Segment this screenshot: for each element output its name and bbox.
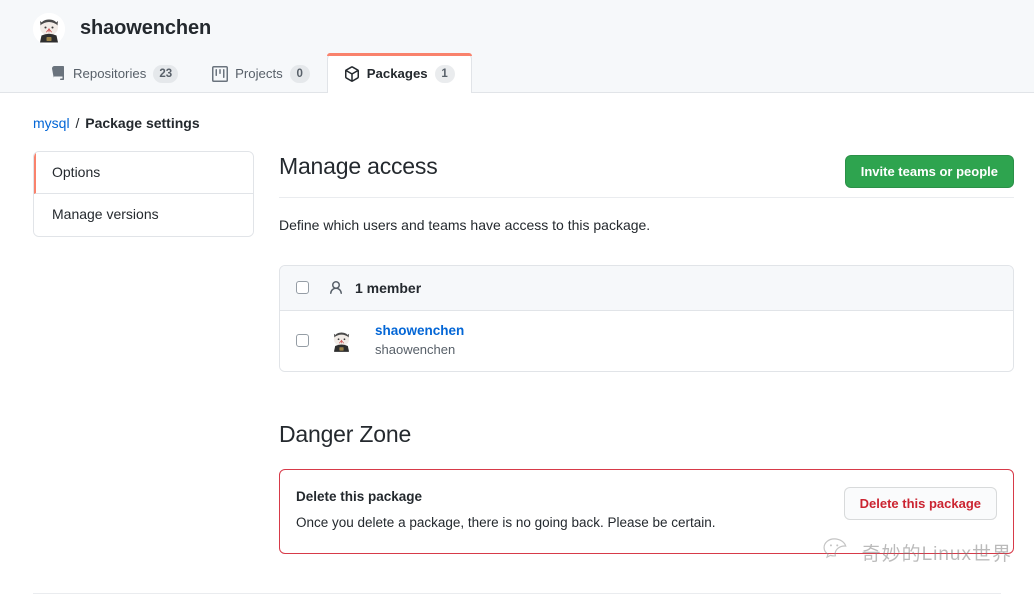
delete-package-description: Once you delete a package, there is no g… (296, 513, 716, 533)
footer-divider (33, 593, 1001, 594)
member-list-header: 1 member (280, 266, 1013, 311)
invite-teams-or-people-button[interactable]: Invite teams or people (845, 155, 1014, 188)
member-row-checkbox[interactable] (296, 334, 309, 347)
tab-counter: 23 (153, 65, 178, 83)
tab-projects[interactable]: Projects 0 (195, 55, 327, 93)
breadcrumb: mysql / Package settings (0, 93, 1034, 134)
sidebar-item-options[interactable]: Options (34, 152, 253, 195)
delete-package-text: Delete this package Once you delete a pa… (296, 487, 716, 533)
package-icon (344, 66, 360, 82)
repo-icon (50, 66, 66, 82)
member-display-name: shaowenchen (375, 342, 464, 358)
manage-access-header: Manage access Invite teams or people (279, 152, 1014, 198)
owner-name: shaowenchen (80, 17, 211, 40)
tab-label: Projects (235, 67, 283, 80)
page-root: shaowenchen Repositories 23 Projects (0, 0, 1034, 608)
person-icon (328, 280, 344, 296)
cat-avatar (33, 13, 65, 45)
page-header: shaowenchen Repositories 23 Projects (0, 0, 1034, 93)
breadcrumb-separator: / (75, 115, 79, 131)
manage-access-description: Define which users and teams have access… (279, 215, 1014, 236)
select-all-checkbox[interactable] (296, 281, 309, 294)
breadcrumb-package-link[interactable]: mysql (33, 115, 70, 131)
tab-label: Repositories (73, 67, 146, 80)
table-row: shaowenchen shaowenchen (280, 311, 1013, 371)
tab-counter: 1 (435, 65, 455, 83)
breadcrumb-current: Package settings (85, 115, 199, 131)
member-list: 1 member (279, 265, 1014, 372)
member-identity: shaowenchen shaowenchen (375, 323, 464, 359)
main-layout: Options Manage versions Manage access In… (0, 134, 1034, 554)
danger-zone-title: Danger Zone (279, 420, 1014, 458)
cat-avatar (328, 327, 355, 354)
tab-packages[interactable]: Packages 1 (327, 53, 472, 93)
member-count-label: 1 member (355, 280, 421, 296)
settings-sidebar: Options Manage versions (33, 151, 254, 237)
member-login-link[interactable]: shaowenchen (375, 323, 464, 340)
delete-package-title: Delete this package (296, 487, 716, 507)
delete-this-package-button[interactable]: Delete this package (844, 487, 997, 520)
tab-counter: 0 (290, 65, 310, 83)
sidebar-item-manage-versions[interactable]: Manage versions (34, 194, 253, 236)
danger-zone-box: Delete this package Once you delete a pa… (279, 469, 1014, 554)
tab-label: Packages (367, 67, 428, 80)
tab-repositories[interactable]: Repositories 23 (33, 55, 195, 93)
project-icon (212, 66, 228, 82)
profile-tabnav: Repositories 23 Projects 0 Packa (33, 53, 472, 93)
settings-content: Manage access Invite teams or people Def… (279, 151, 1014, 554)
owner-row: shaowenchen (0, 0, 1034, 47)
page-title: Manage access (279, 152, 438, 181)
